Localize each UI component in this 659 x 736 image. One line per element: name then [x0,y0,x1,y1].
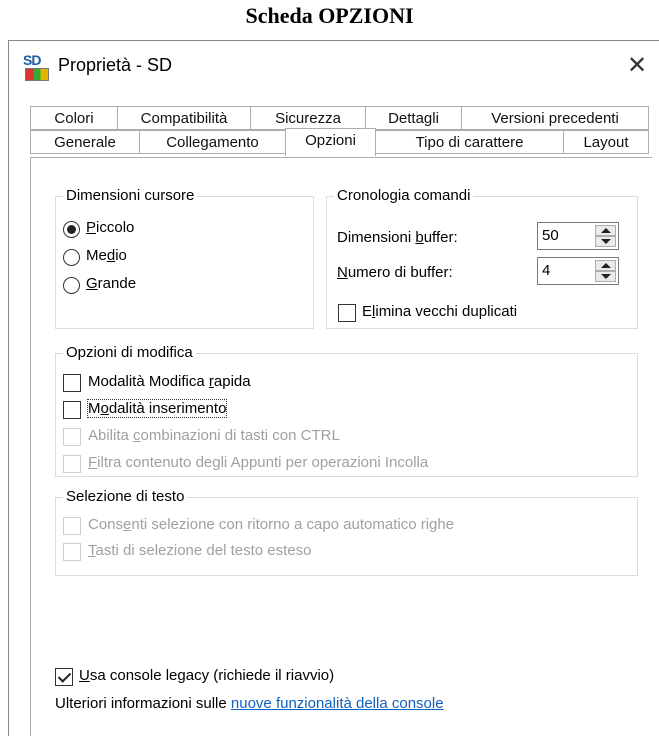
buffer-count-value[interactable]: 4 [542,262,550,279]
insert-mode-checkbox[interactable] [63,401,81,419]
tab-compatibilita[interactable]: Compatibilità [117,106,251,130]
tab-generale[interactable]: Generale [30,130,140,154]
more-info-prefix: Ulteriori informazioni sulle [55,695,231,712]
more-info-text: Ulteriori informazioni sulle nuove funzi… [55,695,444,712]
filter-clipboard-checkbox[interactable] [63,455,81,473]
ctrl-shortcuts-label[interactable]: Abilita combinazioni di tasti con CTRL [88,427,340,444]
app-icon-graphic [25,68,49,81]
buffer-count-up-arrow-icon[interactable] [595,260,616,271]
radio-medio-label[interactable]: Medio [86,247,127,264]
buffer-count-down-arrow-icon[interactable] [595,271,616,282]
buffer-count-spinner[interactable]: 4 [537,257,619,285]
app-icon-text: SD [23,52,41,68]
tab-opzioni[interactable]: Opzioni [285,128,376,156]
insert-mode-label[interactable]: Modalità inserimento [86,399,228,418]
line-wrap-selection-checkbox[interactable] [63,517,81,535]
tab-sicurezza[interactable]: Sicurezza [250,106,366,130]
radio-grande-label[interactable]: Grande [86,275,136,292]
legacy-console-checkbox[interactable] [55,668,73,686]
buffer-size-up-arrow-icon[interactable] [595,225,616,236]
tab-versioni-precedenti[interactable]: Versioni precedenti [461,106,649,130]
buffer-size-spin-buttons [595,225,616,247]
filter-clipboard-label[interactable]: Filtra contenuto degli Appunti per opera… [88,454,428,471]
quick-edit-checkbox[interactable] [63,374,81,392]
buffer-size-spinner[interactable]: 50 [537,222,619,250]
tab-layout[interactable]: Layout [563,130,649,154]
buffer-count-spin-buttons [595,260,616,282]
command-history-legend: Cronologia comandi [334,187,474,204]
radio-piccolo[interactable] [63,221,80,238]
text-selection-legend: Selezione di testo [63,488,188,505]
page-caption: Scheda OPZIONI [245,3,414,28]
text-selection-group: Selezione di testo [55,488,638,576]
buffer-size-down-arrow-icon[interactable] [595,236,616,247]
dedupe-checkbox[interactable] [338,304,356,322]
title-bar: SD Proprietà - SD ✕ [9,41,659,97]
tab-dettagli[interactable]: Dettagli [365,106,462,130]
radio-piccolo-label[interactable]: Piccolo [86,219,134,236]
radio-grande[interactable] [63,277,80,294]
buffer-count-label: Numero di buffer: [337,264,453,281]
extended-edit-keys-label[interactable]: Tasti di selezione del testo esteso [88,542,311,559]
buffer-size-value[interactable]: 50 [542,227,559,244]
edit-options-legend: Opzioni di modifica [63,344,196,361]
quick-edit-label[interactable]: Modalità Modifica rapida [88,373,251,390]
tab-tipo-di-carattere[interactable]: Tipo di carattere [375,130,564,154]
cursor-size-legend: Dimensioni cursore [63,187,198,204]
window-title: Proprietà - SD [58,55,173,75]
dedupe-label[interactable]: Elimina vecchi duplicati [362,303,517,320]
ctrl-shortcuts-checkbox[interactable] [63,428,81,446]
close-button[interactable]: ✕ [620,49,654,83]
line-wrap-selection-label[interactable]: Consenti selezione con ritorno a capo au… [88,516,454,533]
app-icon: SD [23,53,49,81]
tab-colori[interactable]: Colori [30,106,118,130]
tab-collegamento[interactable]: Collegamento [139,130,286,154]
buffer-size-label: Dimensioni buffer: [337,229,458,246]
extended-edit-keys-checkbox[interactable] [63,543,81,561]
console-features-link[interactable]: nuove funzionalità della console [231,695,444,712]
legacy-console-label[interactable]: Usa console legacy (richiede il riavvio) [79,667,334,684]
radio-medio[interactable] [63,249,80,266]
